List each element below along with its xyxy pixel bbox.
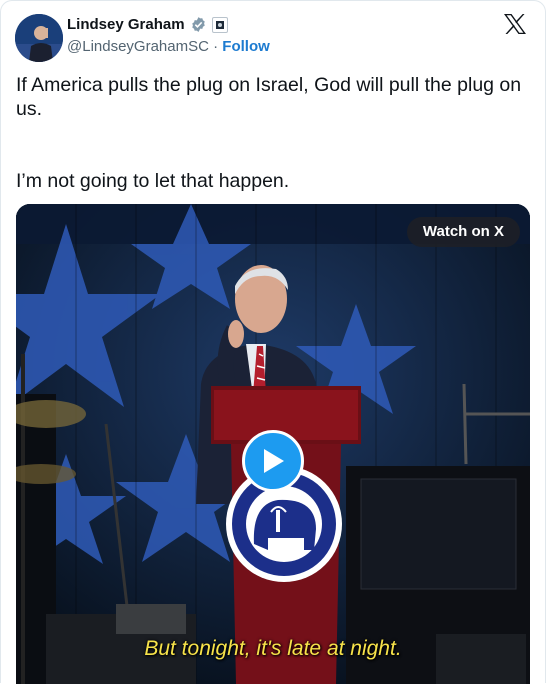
government-badge-icon [211,16,228,33]
handle-separator: · [213,38,219,55]
author-handle-row: @LindseyGrahamSC · Follow [67,38,270,55]
author-name[interactable]: Lindsey Graham [67,16,185,33]
author-handle[interactable]: @LindseyGrahamSC [67,38,209,55]
tweet-card: Lindsey Graham @LindseyGrahamSC · Follow… [0,0,546,684]
play-icon [264,449,284,473]
video-player[interactable]: Watch on X But tonight, it's late at nig… [16,204,530,684]
video-caption: But tonight, it's late at night. [144,637,402,660]
verified-badge-icon [190,16,207,33]
watch-on-x-button[interactable]: Watch on X [406,217,520,247]
tweet-text: If America pulls the plug on Israel, God… [16,74,522,192]
x-logo-icon[interactable] [503,13,527,35]
play-button[interactable] [242,430,304,492]
avatar[interactable] [15,14,63,62]
follow-button[interactable]: Follow [222,38,270,55]
author-name-row: Lindsey Graham [67,16,228,33]
